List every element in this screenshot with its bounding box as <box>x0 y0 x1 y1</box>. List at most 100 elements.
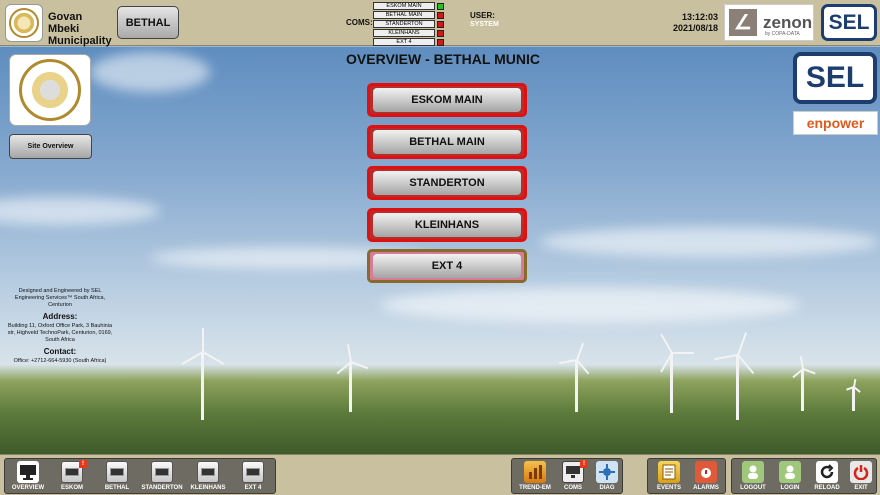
cloud <box>380 287 800 323</box>
cloud <box>540 227 880 257</box>
clock: 13:12:03 2021/08/18 <box>650 12 718 34</box>
nav-button-label: BETHAL MAIN <box>373 130 521 154</box>
footer-nav-group: OVERVIEW ! ESKOM BETHAL STANDERTON KLEIN… <box>4 458 276 494</box>
footer-events-button[interactable]: EVENTS <box>648 461 690 495</box>
site-bethal-button[interactable]: BETHAL <box>117 6 179 39</box>
company-info: Designed and Engineered by SEL Engineeri… <box>6 288 114 365</box>
footer-button-label: LOGOUT <box>740 485 766 491</box>
status-led-icon <box>437 20 444 28</box>
nav-standerton-button[interactable]: STANDERTON <box>367 166 527 200</box>
contact-heading: Contact: <box>43 347 77 356</box>
footer-bar: OVERVIEW ! ESKOM BETHAL STANDERTON KLEIN… <box>0 454 880 495</box>
footer-button-label: KLEINHANS <box>190 485 226 491</box>
footer-session-group: LOGOUT LOGIN RELOAD EXIT <box>731 458 877 494</box>
footer-standerton-button[interactable]: STANDERTON <box>141 461 183 495</box>
footer-button-label: STANDERTON <box>141 485 183 491</box>
seal-icon <box>9 8 39 38</box>
trend-icon <box>524 461 546 483</box>
nav-button-label: ESKOM MAIN <box>373 88 521 112</box>
municipality-logo <box>5 4 43 42</box>
footer-login-button[interactable]: LOGIN <box>769 461 811 495</box>
cloud <box>90 52 210 92</box>
coms-label: COMS: <box>346 18 373 27</box>
meter-icon: ! <box>61 460 87 483</box>
status-led-icon <box>437 2 444 10</box>
footer-button-label: ALARMS <box>693 485 719 491</box>
meter-icon <box>197 461 219 483</box>
meter-icon <box>242 461 264 483</box>
footer-button-label: OVERVIEW <box>11 485 45 491</box>
reload-icon <box>816 461 838 483</box>
footer-alarm-group: EVENTS ALARMS <box>647 458 726 494</box>
clock-time: 13:12:03 <box>681 12 718 22</box>
footer-button-label: EVENTS <box>656 485 681 491</box>
contact-text: Office: +2712-664-5930 (South Africa) <box>13 358 107 364</box>
login-icon <box>779 461 801 483</box>
seal-icon <box>19 59 81 121</box>
footer-button-label: TREND-EM <box>519 485 551 491</box>
alarm-icon <box>695 461 717 483</box>
zenon-logo: ∠ zenon by COPA-DATA <box>724 4 814 41</box>
sel-logo: SEL <box>793 52 877 104</box>
cloud <box>0 197 160 225</box>
footer-button-label: EXT 4 <box>244 485 262 491</box>
status-led-icon <box>437 38 444 46</box>
footer-bethal-button[interactable]: BETHAL <box>96 461 138 495</box>
coms-row: STANDERTON <box>373 20 445 29</box>
footer-overview-button[interactable]: OVERVIEW <box>7 461 49 495</box>
footer-button-label: DIAG <box>599 485 615 491</box>
coms-row: EXT 4 <box>373 38 445 47</box>
status-led-icon <box>437 29 444 37</box>
nav-bethal-main-button[interactable]: BETHAL MAIN <box>367 125 527 159</box>
zenon-brand: zenon <box>763 12 813 32</box>
warning-badge: ! <box>79 460 87 468</box>
footer-button-label: EXIT <box>854 485 868 491</box>
nav-ext4-button[interactable]: EXT 4 <box>367 249 527 283</box>
footer-exit-button[interactable]: EXIT <box>840 461 880 495</box>
meter-icon <box>151 461 173 483</box>
footer-tools-group: TREND-EM ! COMS DIAG <box>511 458 623 494</box>
coms-name: BETHAL MAIN <box>373 11 435 20</box>
footer-button-label: LOGIN <box>780 485 800 491</box>
coms-name: ESKOM MAIN <box>373 2 435 11</box>
meter-icon <box>106 461 128 483</box>
footer-button-label: ESKOM <box>60 485 83 491</box>
footer-button-label: BETHAL <box>104 485 130 491</box>
sel-logo-top: SEL <box>821 4 877 41</box>
status-led-icon <box>437 11 444 19</box>
events-icon <box>658 461 680 483</box>
main-area: OVERVIEW - BETHAL MUNIC Site Overview ES… <box>0 47 880 454</box>
footer-logout-button[interactable]: LOGOUT <box>732 461 774 495</box>
page-title: OVERVIEW - BETHAL MUNIC <box>346 51 540 67</box>
coms-row: ESKOM MAIN <box>373 2 445 11</box>
enpower-brand: enpower <box>806 115 865 131</box>
address-heading: Address: <box>42 312 78 321</box>
user-value: SYSTEM <box>470 21 499 28</box>
zenon-sub: by COPA-DATA <box>765 31 800 37</box>
logout-icon <box>742 461 764 483</box>
footer-trend-button[interactable]: TREND-EM <box>514 461 556 495</box>
coms-name: EXT 4 <box>373 38 435 47</box>
footer-kleinhans-button[interactable]: KLEINHANS <box>187 461 229 495</box>
nav-eskom-main-button[interactable]: ESKOM MAIN <box>367 83 527 117</box>
designed-by-text: Designed and Engineered by SEL Engineeri… <box>14 288 106 308</box>
footer-alarms-button[interactable]: ALARMS <box>685 461 727 495</box>
coms-row: BETHAL MAIN <box>373 11 445 20</box>
footer-diag-button[interactable]: DIAG <box>586 461 628 495</box>
footer-button-label: COMS <box>564 485 582 491</box>
site-overview-button[interactable]: Site Overview <box>9 134 92 159</box>
nav-button-label: KLEINHANS <box>373 213 521 237</box>
network-icon: ! <box>562 460 588 483</box>
municipality-logo-large <box>9 54 91 126</box>
header-bar: Govan Mbeki Municipality BETHAL COMS: ES… <box>0 0 880 47</box>
coms-row: KLEINHANS <box>373 29 445 38</box>
nav-button-label: STANDERTON <box>373 171 521 195</box>
coms-name: STANDERTON <box>373 20 435 29</box>
power-icon <box>850 461 872 483</box>
monitor-icon <box>17 461 39 483</box>
footer-ext4-button[interactable]: EXT 4 <box>232 461 274 495</box>
footer-button-label: RELOAD <box>814 485 840 491</box>
nav-kleinhans-button[interactable]: KLEINHANS <box>367 208 527 242</box>
footer-eskom-button[interactable]: ! ESKOM <box>51 460 93 495</box>
coms-status-list: ESKOM MAIN BETHAL MAIN STANDERTON KLEINH… <box>373 2 445 47</box>
